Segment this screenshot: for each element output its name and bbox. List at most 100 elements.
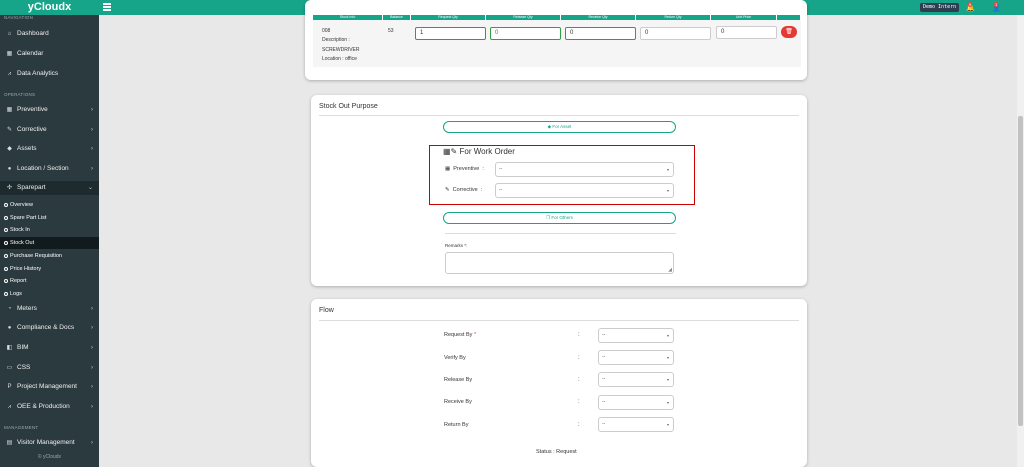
menu-toggle-icon[interactable] [103,3,111,11]
sidebar-item-label: BIM [17,344,29,351]
gauge-icon: ◔ [7,306,12,312]
sidebar-item-label: Compliance & Docs [17,324,75,331]
circle-icon [4,227,8,232]
sidebar-item-oee[interactable]: ⩘ OEE & Production › [0,400,99,414]
sidebar-item-label: Visitor Management [17,439,75,446]
return-qty-input[interactable]: 0 [640,27,711,40]
receive-qty-input[interactable]: 0 [565,27,636,40]
operations-section-label: OPERATIONS [4,92,36,97]
sidebar-item-compliance[interactable]: ● Compliance & Docs › [0,321,99,335]
return-by-select[interactable]: -- ▾ [598,417,674,432]
sidebar-subitem-price-history[interactable]: Price History [0,263,99,275]
chevron-right-icon: › [91,440,93,446]
circle-icon [4,202,8,207]
sidebar-item-sparepart[interactable]: ✣ Sparepart ⌄ [0,181,99,195]
preventive-label: ▦ Preventive : [445,166,484,172]
remarks-textarea[interactable]: ◢ [445,252,674,274]
sidebar-subitem-report[interactable]: Report [0,275,99,287]
sidebar-item-data-analytics[interactable]: ⩘ Data Analytics [0,67,99,81]
user-menu[interactable]: Demo Intern [920,3,960,12]
return-by-label: Return By [444,422,469,428]
for-others-label: For Others [551,215,573,220]
chevron-down-icon: ⌄ [87,185,93,191]
for-asset-button[interactable]: ◆ For Asset [443,121,676,133]
sidebar-item-css[interactable]: ▭ CSS › [0,361,99,375]
sidebar-subitem-label: Spare Part List [10,215,47,221]
colon: : [578,355,580,361]
notification-bell-icon[interactable]: 🔔 9 [965,2,977,13]
sidebar-item-bim[interactable]: ◧ BIM › [0,341,99,355]
management-section-label: MANAGEMENT [4,425,39,430]
circle-icon [4,240,8,245]
brand-logo[interactable]: yCloudx [0,0,99,15]
sidebar-subitem-stock-in[interactable]: Stock In [0,224,99,236]
description-label: Description : [322,37,350,43]
request-by-label-text: Request By [444,332,473,338]
chevron-right-icon: › [91,166,93,172]
wrench-icon: ✎ [6,127,13,133]
sidebar-item-meters[interactable]: ◔ Meters › [0,302,99,316]
corrective-label-text: Corrective [452,187,478,193]
sidebar-item-assets[interactable]: ◆ Assets › [0,142,99,156]
id-card-icon: ▤ [6,440,13,446]
sidebar-item-label: Preventive [17,106,48,113]
sidebar-item-preventive[interactable]: ▦ Preventive › [0,103,99,117]
user-alert-icon[interactable]: 👤 1 [991,2,1003,13]
sidebar: NAVIGATION ⌂ Dashboard ▦ Calendar ⩘ Data An… [0,15,99,467]
chevron-right-icon: › [91,404,93,410]
for-others-button[interactable]: ❐ For Others [443,212,676,224]
request-by-label: Request By * [444,332,476,338]
sidebar-item-visitor-management[interactable]: ▤ Visitor Management › [0,436,99,450]
sidebar-item-label: Project Management [17,383,77,390]
preventive-select[interactable]: -- ▾ [495,162,674,177]
delete-row-button[interactable]: 🗑 [781,26,797,38]
release-qty-input[interactable]: 0 [490,27,561,40]
colon: : [578,377,580,383]
scrollbar-thumb[interactable] [1018,116,1023,426]
sidebar-subitem-logs[interactable]: Logs [0,288,99,300]
chevron-right-icon: › [91,146,93,152]
divider [445,233,676,234]
sidebar-subitem-spare-part-list[interactable]: Spare Part List [0,212,99,224]
cube-icon: ◧ [6,345,13,351]
corrective-select-value: -- [499,187,503,193]
release-by-select[interactable]: -- ▾ [598,372,674,387]
sidebar-item-corrective[interactable]: ✎ Corrective › [0,123,99,137]
receive-by-select[interactable]: -- ▾ [598,395,674,410]
chevron-right-icon: › [91,306,93,312]
trash-icon: 🗑 [785,29,793,35]
sidebar-item-label: Calendar [17,50,44,57]
sidebar-subitem-overview[interactable]: Overview [0,199,99,211]
corrective-select[interactable]: -- ▾ [495,183,674,198]
sidebar-subitem-purchase-requisition[interactable]: Purchase Requisition [0,250,99,262]
chevron-right-icon: › [91,107,93,113]
sidebar-item-project-management[interactable]: P Project Management › [0,380,99,394]
calendar-wrench-icon: ▦✎ [443,147,458,156]
sidebar-item-label: Dashboard [17,30,49,37]
resize-handle-icon[interactable]: ◢ [668,267,672,273]
sidebar-item-location[interactable]: ● Location / Section › [0,162,99,176]
unit-price-input[interactable]: 0 [716,26,777,39]
sidebar-subitem-label: Logs [10,291,22,297]
sidebar-subitem-label: Overview [10,202,33,208]
globe-icon: ● [7,166,12,172]
nav-section-label: NAVIGATION [4,15,34,20]
sidebar-footer: © yCloudx [37,454,62,460]
sidebar-subitem-stock-out[interactable]: Stock Out [0,237,99,249]
calendar-icon: ▦ [6,51,13,57]
for-asset-label: For Asset [552,124,572,129]
select-value: -- [602,399,606,405]
sidebar-item-dashboard[interactable]: ⌂ Dashboard [0,27,99,41]
chevron-right-icon: › [91,365,93,371]
preventive-select-value: -- [499,166,503,172]
sidebar-item-calendar[interactable]: ▦ Calendar [0,47,99,61]
request-by-select[interactable]: -- ▾ [598,328,674,343]
flow-title: Flow [319,307,334,314]
verify-by-select[interactable]: -- ▾ [598,350,674,365]
stock-code: 008 [322,28,331,34]
tag-icon: ◆ [547,124,552,129]
colon: : [578,422,580,428]
request-qty-input[interactable]: 1 [415,27,486,40]
sidebar-item-label: Sparepart [17,184,46,191]
sidebar-subitem-label: Report [10,278,27,284]
